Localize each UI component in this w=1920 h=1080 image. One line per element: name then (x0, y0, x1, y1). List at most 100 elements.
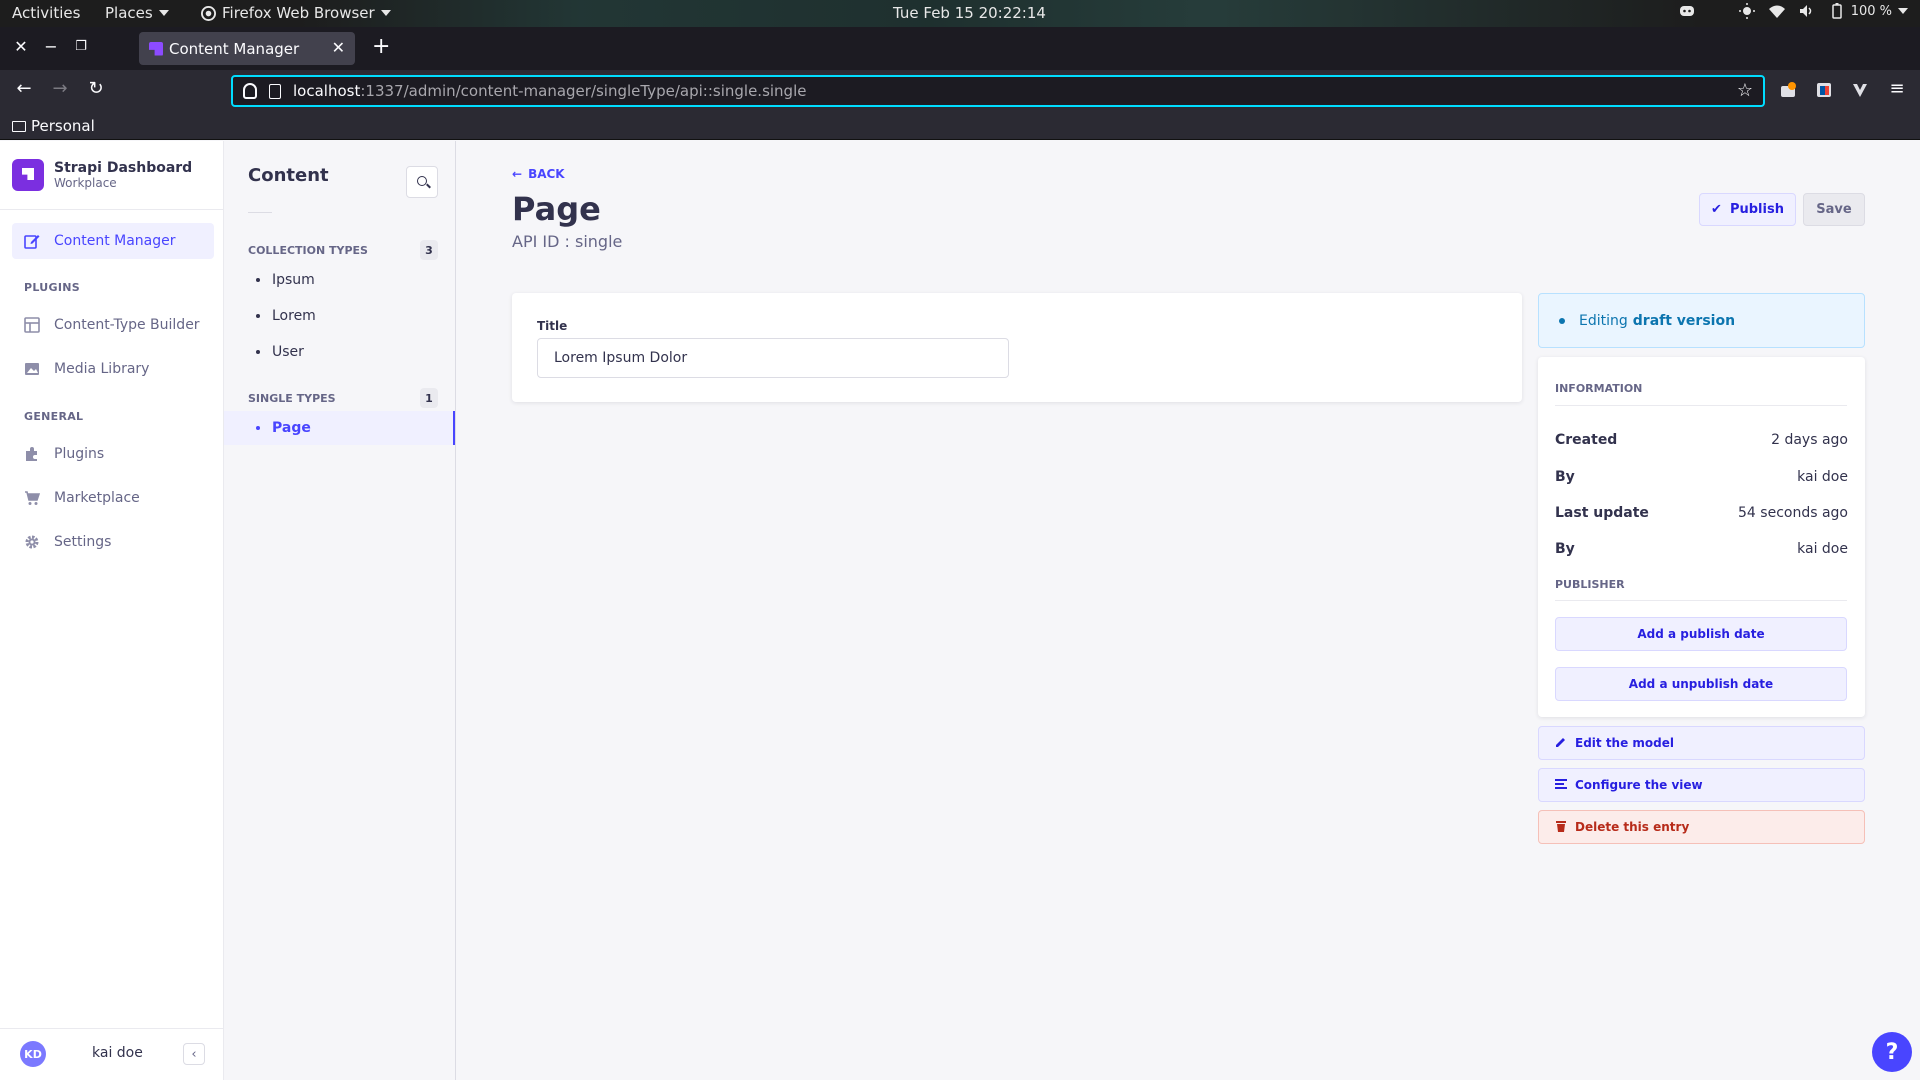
editing-version: draft version (1632, 312, 1736, 329)
nav-item-marketplace[interactable]: Marketplace (12, 480, 214, 516)
url-bar[interactable]: localhost:1337/admin/content-manager/sin… (231, 75, 1765, 107)
places-label: Places (105, 4, 153, 22)
status-area[interactable]: 100 % (1679, 3, 1908, 19)
brand-title: Strapi Dashboard (54, 160, 193, 176)
extension-flag-icon[interactable] (1814, 80, 1834, 100)
edit-model-button[interactable]: Edit the model (1538, 726, 1865, 760)
draft-status-banner: Editing draft version (1538, 293, 1865, 348)
sub-nav-label: User (272, 344, 304, 360)
nav-label: Media Library (54, 361, 150, 377)
nav-label: Settings (54, 534, 112, 550)
nav-item-content-type-builder[interactable]: Content-Type Builder (12, 307, 214, 343)
chevron-down-icon (1898, 8, 1908, 14)
sub-nav-item-lorem[interactable]: Lorem (224, 299, 455, 333)
last-update-value: 54 seconds ago (1738, 505, 1848, 521)
brand-subtitle: Workplace (54, 176, 117, 190)
created-by-value: kai doe (1797, 469, 1848, 485)
chevron-down-icon (380, 10, 391, 16)
created-value: 2 days ago (1771, 432, 1848, 448)
sub-nav-label: Ipsum (272, 272, 315, 288)
configure-view-button[interactable]: Configure the view (1538, 768, 1865, 802)
divider (1555, 405, 1847, 406)
gear-icon (24, 534, 40, 550)
strapi-favicon-icon (149, 41, 163, 56)
nav-item-settings[interactable]: Settings (12, 524, 214, 560)
bookmark-star-icon[interactable]: ☆ (1737, 80, 1753, 101)
extension-icon[interactable] (1778, 80, 1798, 100)
nav-item-plugins[interactable]: Plugins (12, 436, 214, 472)
current-user-name[interactable]: kai doe (92, 1045, 143, 1061)
new-tab-icon[interactable]: + (372, 34, 390, 59)
editing-prefix: Editing (1579, 312, 1628, 329)
shield-icon (243, 83, 257, 99)
publish-button[interactable]: ✔ Publish (1699, 193, 1796, 226)
tab-title: Content Manager (169, 39, 300, 58)
sub-nav-label: Page (272, 420, 311, 436)
sub-nav-label: Lorem (272, 308, 316, 324)
places-menu[interactable]: Places (105, 4, 169, 22)
discord-icon (1679, 3, 1695, 19)
battery-icon (1829, 3, 1845, 19)
section-collection-types[interactable]: COLLECTION TYPES (248, 244, 368, 257)
delete-entry-label: Delete this entry (1575, 820, 1690, 834)
created-label: Created (1555, 432, 1618, 448)
check-icon: ✔ (1711, 202, 1722, 217)
firefox-icon (200, 5, 216, 21)
add-publish-date-label: Add a publish date (1637, 627, 1765, 641)
help-icon: ? (1885, 1039, 1899, 1065)
bullet-icon (1559, 317, 1565, 324)
back-label: BACK (528, 167, 565, 181)
avatar[interactable]: KD (20, 1041, 46, 1067)
sub-nav-search-button[interactable] (406, 166, 438, 198)
divider (0, 209, 224, 210)
back-arrow-icon[interactable]: ← (10, 78, 38, 99)
clock-label: Tue Feb 15 20:22:14 (893, 4, 1046, 22)
sub-nav-item-ipsum[interactable]: Ipsum (224, 263, 455, 297)
nav-item-media-library[interactable]: Media Library (12, 351, 214, 387)
nav-footer: KD kai doe ‹ (0, 1028, 224, 1080)
nav-label: Marketplace (54, 490, 140, 506)
sub-nav-item-user[interactable]: User (224, 335, 455, 369)
pencil-square-icon (24, 233, 40, 249)
back-link[interactable]: ← BACK (512, 167, 565, 181)
save-label: Save (1816, 202, 1852, 217)
title-field[interactable] (537, 338, 1009, 378)
help-button[interactable]: ? (1872, 1032, 1912, 1072)
add-unpublish-date-button[interactable]: Add a unpublish date (1555, 667, 1847, 701)
activities-button[interactable]: Activities (12, 4, 80, 22)
reload-icon[interactable]: ↻ (82, 78, 110, 99)
gnome-top-bar: Activities Places Firefox Web Browser Tu… (0, 0, 1920, 27)
image-icon (24, 361, 40, 377)
close-window-icon[interactable]: ✕ (10, 37, 32, 56)
single-types-count-badge: 1 (420, 388, 438, 408)
bookmarks-toolbar: Personal (0, 112, 1920, 140)
clock[interactable]: Tue Feb 15 20:22:14 (893, 4, 1046, 22)
section-single-types[interactable]: SINGLE TYPES (248, 392, 336, 405)
minimize-icon[interactable]: − (40, 37, 62, 56)
collapse-nav-button[interactable]: ‹ (183, 1043, 205, 1065)
delete-entry-button[interactable]: Delete this entry (1538, 810, 1865, 844)
nav-item-content-manager[interactable]: Content Manager (12, 223, 214, 259)
add-publish-date-button[interactable]: Add a publish date (1555, 617, 1847, 651)
search-icon (417, 176, 427, 186)
nav-section-plugins: PLUGINS (24, 281, 80, 294)
divider (248, 212, 272, 213)
restore-icon[interactable]: ❐ (70, 39, 92, 54)
publish-label: Publish (1729, 202, 1784, 217)
url-path: :1337/admin/content-manager/singleType/a… (360, 82, 807, 100)
configure-view-label: Configure the view (1575, 778, 1703, 792)
bookmark-folder-personal[interactable]: Personal (12, 117, 95, 135)
nav-section-general: GENERAL (24, 410, 84, 423)
extension-v-icon[interactable] (1850, 80, 1870, 100)
title-field-label: Title (537, 319, 568, 333)
strapi-logo-icon (12, 159, 44, 191)
tab-content-manager[interactable]: Content Manager ✕ (139, 32, 355, 65)
save-button[interactable]: Save (1803, 193, 1865, 226)
hamburger-menu-icon[interactable]: ≡ (1883, 78, 1911, 99)
app-menu[interactable]: Firefox Web Browser (200, 4, 391, 22)
close-tab-icon[interactable]: ✕ (332, 38, 345, 57)
forward-arrow-icon[interactable]: → (46, 78, 74, 99)
updated-by-value: kai doe (1797, 541, 1848, 557)
sub-nav-item-page[interactable]: Page (224, 411, 455, 445)
trash-icon (1555, 820, 1567, 835)
